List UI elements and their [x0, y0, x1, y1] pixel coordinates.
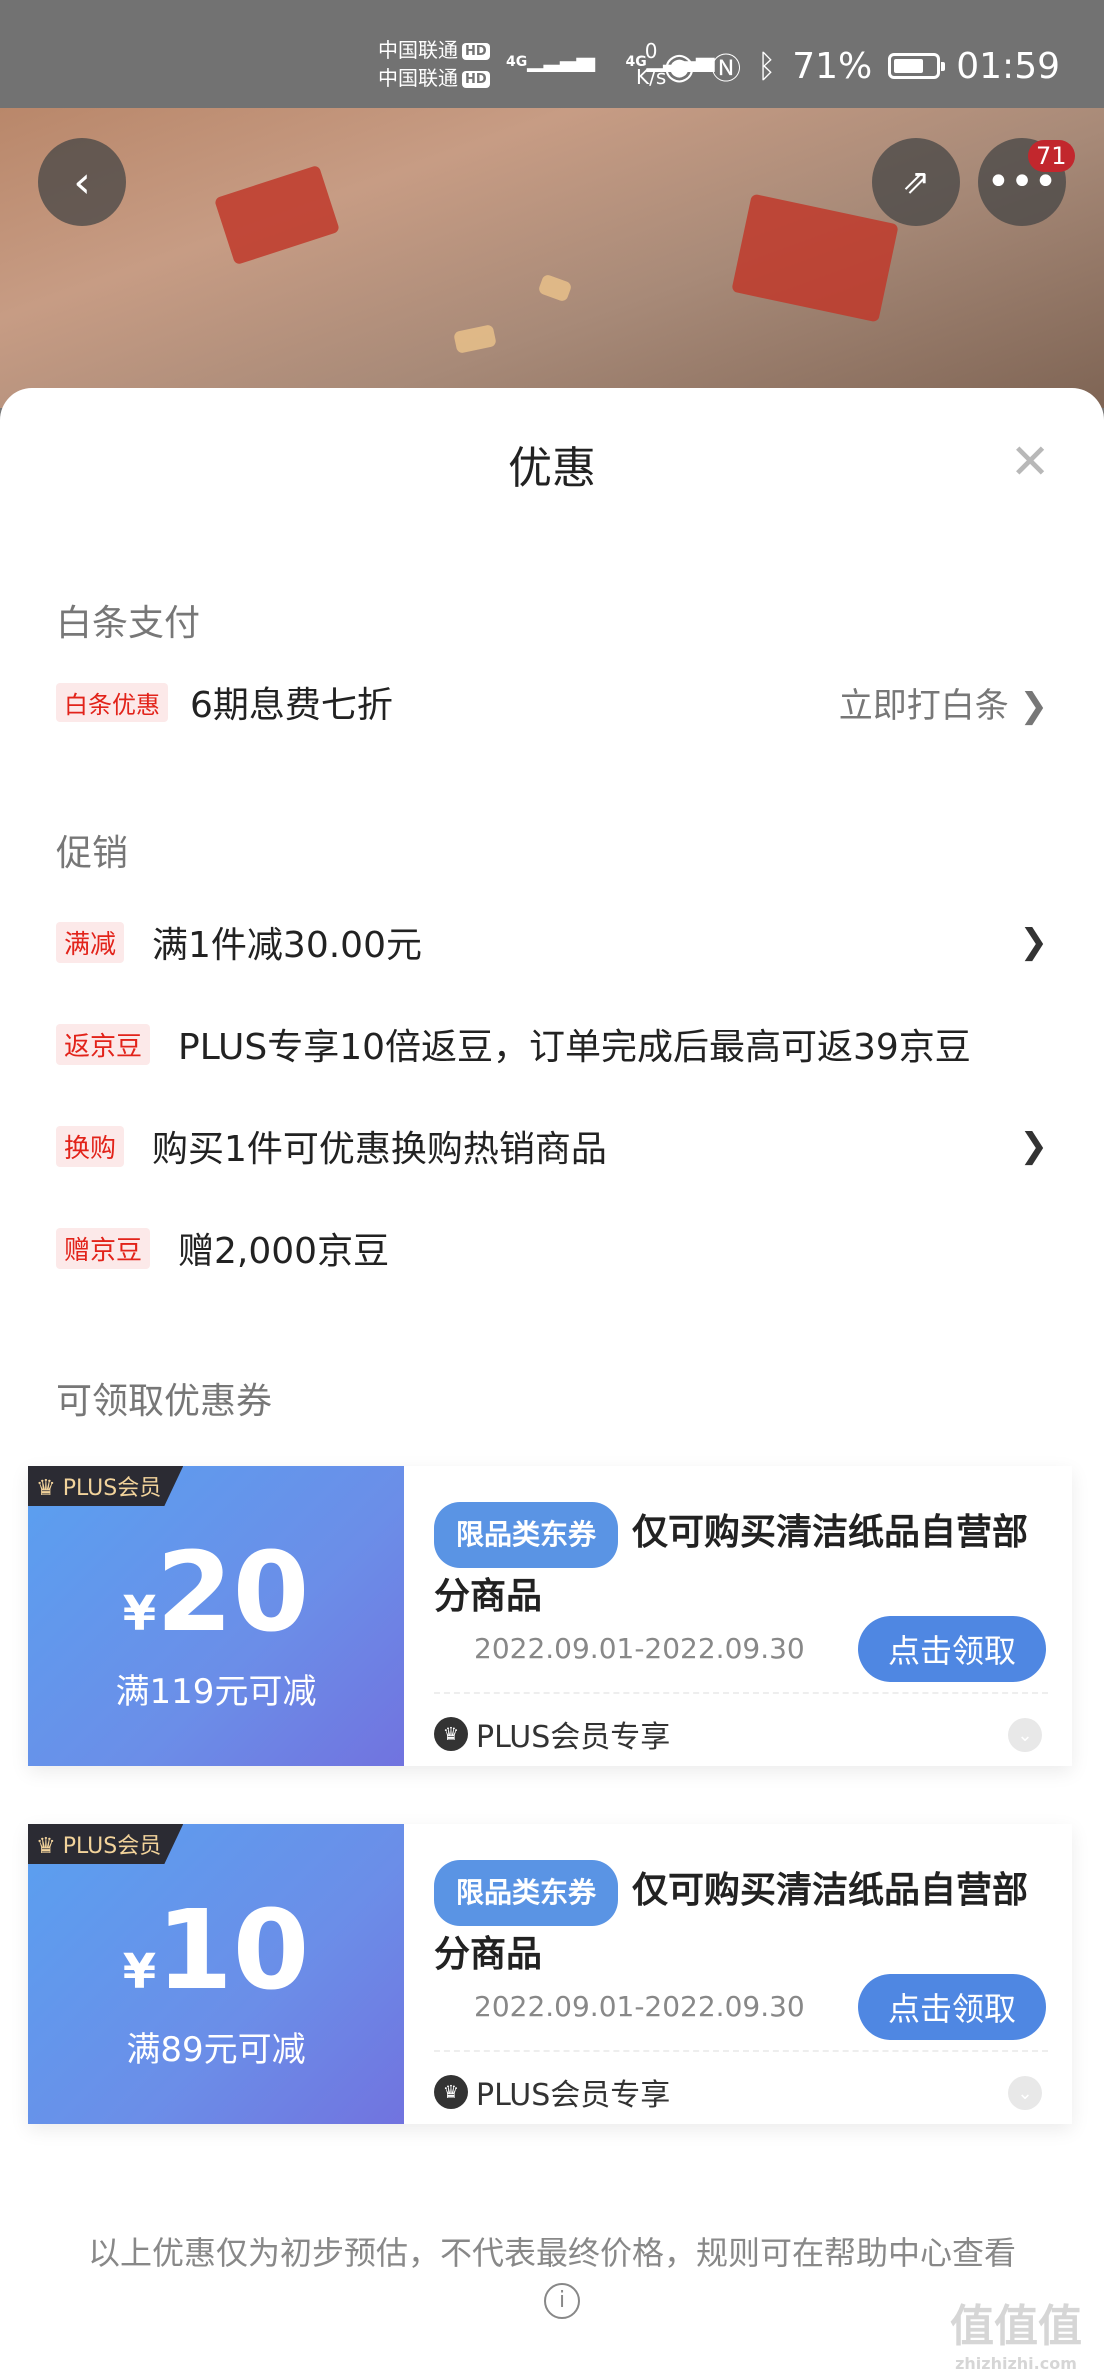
- promo-row-fanjingdou: 返京豆 PLUS专享10倍返豆，订单完成后最高可返39京豆: [56, 1020, 1048, 1068]
- chevron-down-icon: ⌄: [1017, 1724, 1033, 1746]
- coupon-amount: ¥10: [122, 1886, 310, 2014]
- coupon-date: 2022.09.01-2022.09.30: [474, 1632, 805, 1665]
- crown-icon: ♛: [36, 1476, 56, 1501]
- limit-category-tag: 限品类东券: [434, 1860, 619, 1926]
- chevron-down-icon: ⌄: [1017, 2082, 1033, 2104]
- red-envelope-graphic: [731, 193, 899, 323]
- chevron-right-icon: ❯: [1019, 922, 1049, 962]
- coupon-condition: 满119元可减: [115, 1672, 317, 1712]
- coupon-date: 2022.09.01-2022.09.30: [474, 1990, 805, 2023]
- gold-paper-graphic: [537, 273, 573, 303]
- section-baitiao: 白条支付: [56, 603, 201, 644]
- carrier-1: 中国联通: [378, 38, 458, 62]
- coupon-card: ♛ PLUS会员 ¥20 满119元可减 限品类东券 仅可购买清洁纸品自营部分商品…: [28, 1466, 1072, 1766]
- gold-paper-graphic: [453, 324, 497, 354]
- coupon-condition: 满89元可减: [126, 2030, 306, 2070]
- promo-text: 满1件减30.00元: [152, 925, 422, 966]
- hd-badge: HD: [462, 43, 490, 60]
- promo-row-zengjingdou: 赠京豆 赠2,000京豆: [56, 1224, 1048, 1272]
- status-bar: 中国联通 HD 中国联通 HD 4G▁▂▃▄ 4G▁▂▃▄ 0 K/s ◉ Ⓝ ᛒ …: [0, 0, 1104, 108]
- promo-tag: 赠京豆: [56, 1227, 151, 1269]
- hd-badge: HD: [462, 71, 490, 88]
- promo-tag: 换购: [56, 1125, 125, 1167]
- message-count-badge: 71: [1028, 140, 1075, 172]
- info-icon[interactable]: i: [544, 2283, 580, 2319]
- baitiao-row[interactable]: 白条优惠 6期息费七折 立即打白条 ❯: [56, 678, 1048, 726]
- baitiao-text: 6期息费七折: [190, 685, 393, 726]
- limit-category-tag: 限品类东券: [434, 1502, 619, 1568]
- plus-exclusive-note: ♛ PLUS会员专享: [434, 2070, 670, 2114]
- discount-sheet: 优惠 ✕ 白条支付 白条优惠 6期息费七折 立即打白条 ❯ 促销 满减 满1件减…: [0, 388, 1104, 2376]
- coupon-amount: ¥20: [122, 1528, 310, 1656]
- battery-percent: 71%: [792, 45, 873, 87]
- sheet-title: 优惠: [508, 443, 596, 494]
- coupon-info: 限品类东券 仅可购买清洁纸品自营部分商品: [434, 1860, 1048, 1984]
- back-button[interactable]: ‹: [38, 138, 126, 226]
- share-icon: ⇗: [901, 162, 931, 202]
- status-right: ◉ Ⓝ ᛒ 71% 01:59: [664, 44, 1060, 88]
- red-envelope-graphic: [213, 164, 341, 266]
- network-speed: 0 K/s: [636, 39, 667, 89]
- promo-row-huangou[interactable]: 换购 购买1件可优惠换购热销商品 ❯: [56, 1122, 1048, 1170]
- crown-icon: ♛: [36, 1834, 56, 1859]
- battery-icon: [888, 53, 946, 79]
- close-button[interactable]: ✕: [1010, 438, 1050, 486]
- carrier-info: 中国联通 HD 中国联通 HD: [378, 36, 490, 92]
- plus-exclusive-note: ♛ PLUS会员专享: [434, 1712, 670, 1756]
- crown-icon: ♛: [434, 1717, 468, 1751]
- promo-text: 购买1件可优惠换购热销商品: [152, 1129, 607, 1170]
- plus-member-tag: ♛ PLUS会员: [28, 1466, 184, 1506]
- coupon-card: ♛ PLUS会员 ¥10 满89元可减 限品类东券 仅可购买清洁纸品自营部分商品 …: [28, 1824, 1072, 2124]
- coupon-value-panel: ♛ PLUS会员 ¥20 满119元可减: [28, 1466, 404, 1766]
- divider: [434, 1692, 1048, 1694]
- baitiao-tag: 白条优惠: [56, 682, 168, 722]
- bluetooth-icon: ᛒ: [757, 47, 777, 85]
- share-button[interactable]: ⇗: [872, 138, 960, 226]
- expand-button[interactable]: ⌄: [1008, 2076, 1042, 2110]
- carrier-2: 中国联通: [378, 66, 458, 90]
- promo-text: 赠2,000京豆: [178, 1231, 390, 1272]
- crown-icon: ♛: [434, 2075, 468, 2109]
- coupon-info: 限品类东券 仅可购买清洁纸品自营部分商品: [434, 1502, 1048, 1626]
- claim-coupon-button[interactable]: 点击领取: [858, 1974, 1046, 2040]
- nfc-icon: Ⓝ: [711, 52, 742, 87]
- promo-tag: 满减: [56, 921, 125, 963]
- promo-tag: 返京豆: [56, 1023, 151, 1065]
- watermark-logo: 值值值 zhizhizhi.com: [950, 2301, 1082, 2373]
- baitiao-action-link[interactable]: 立即打白条 ❯: [839, 678, 1048, 727]
- disclaimer: 以上优惠仅为初步预估，不代表最终价格，规则可在帮助中心查看i: [80, 2230, 1024, 2322]
- section-coupons: 可领取优惠券: [56, 1381, 273, 1422]
- chevron-left-icon: ‹: [73, 156, 91, 208]
- coupon-value-panel: ♛ PLUS会员 ¥10 满89元可减: [28, 1824, 404, 2124]
- section-promo: 促销: [56, 833, 129, 874]
- plus-member-tag: ♛ PLUS会员: [28, 1824, 184, 1864]
- clock: 01:59: [956, 45, 1060, 87]
- chevron-right-icon: ❯: [1019, 1126, 1049, 1166]
- promo-row-manjian[interactable]: 满减 满1件减30.00元 ❯: [56, 918, 1048, 966]
- close-icon: ✕: [1010, 434, 1051, 490]
- signal-1-icon: 4G▁▂▃▄: [506, 44, 595, 72]
- claim-coupon-button[interactable]: 点击领取: [858, 1616, 1046, 1682]
- expand-button[interactable]: ⌄: [1008, 1718, 1042, 1752]
- divider: [434, 2050, 1048, 2052]
- eye-icon: ◉: [663, 45, 696, 87]
- promo-text: PLUS专享10倍返豆，订单完成后最高可返39京豆: [178, 1027, 971, 1068]
